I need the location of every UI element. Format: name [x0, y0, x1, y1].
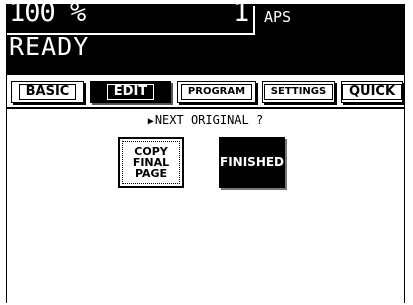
tab-quick[interactable]: QUICK: [341, 81, 403, 103]
tab-edit[interactable]: EDIT: [90, 81, 171, 103]
tab-settings-label: SETTINGS: [263, 84, 334, 100]
finished-button[interactable]: FINISHED: [219, 137, 285, 188]
tab-bar: BASIC EDIT PROGRAM SETTINGS QUICK: [7, 77, 404, 109]
reproduction-ratio: 100 %: [9, 0, 86, 28]
copy-final-page-button[interactable]: COPY FINAL PAGE: [118, 137, 184, 188]
tab-program[interactable]: PROGRAM: [177, 81, 256, 103]
tab-quick-label: QUICK: [341, 84, 403, 100]
copy-final-page-label: COPY FINAL PAGE: [122, 141, 180, 184]
tab-basic-label: BASIC: [18, 84, 77, 100]
copy-count: 1: [233, 0, 250, 28]
finished-label: FINISHED: [220, 141, 284, 184]
tab-program-label: PROGRAM: [180, 84, 253, 100]
prompt-text: NEXT ORIGINAL ?: [154, 113, 264, 127]
status-header: 100 % 1 APS READY: [7, 0, 404, 75]
right-triangle-icon: ▶: [147, 116, 154, 127]
next-original-prompt: ▶NEXT ORIGINAL ?: [7, 113, 404, 127]
copier-control-panel: 100 % 1 APS READY BASIC EDIT PROGRAM SET…: [6, 0, 405, 303]
tab-basic[interactable]: BASIC: [11, 81, 84, 103]
tab-edit-label: EDIT: [106, 84, 155, 100]
machine-status: READY: [9, 32, 90, 61]
header-divider: [253, 6, 255, 35]
paper-selection: APS: [264, 8, 292, 26]
tab-settings[interactable]: SETTINGS: [262, 81, 335, 103]
